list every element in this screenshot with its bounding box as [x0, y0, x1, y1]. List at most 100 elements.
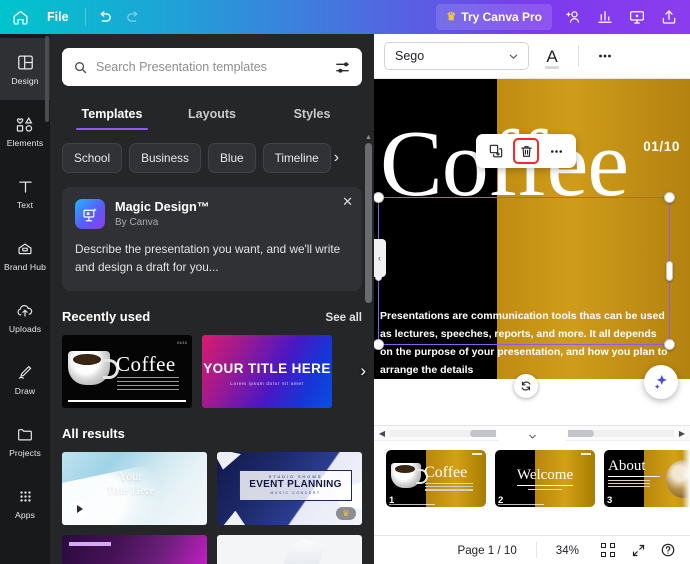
toolbar-divider	[578, 45, 579, 67]
panel-scrollbar[interactable]: ▲	[365, 134, 372, 556]
chip-timeline[interactable]: Timeline	[262, 143, 331, 173]
see-all-link[interactable]: See all	[326, 312, 362, 324]
canvas-stage[interactable]: Coffee Presentations are communication t…	[374, 79, 690, 425]
chip-business[interactable]: Business	[129, 143, 201, 173]
analytics-icon	[598, 11, 612, 23]
slide-thumbnail-1[interactable]: Coffee 1	[384, 448, 488, 507]
analytics-button[interactable]	[590, 4, 620, 30]
search-bar[interactable]	[62, 48, 362, 86]
magic-design-header: Magic Design™ By Canva	[75, 199, 349, 229]
add-collaborator-button[interactable]	[558, 4, 588, 30]
play-icon[interactable]	[70, 500, 87, 518]
sidebar-label: Apps	[15, 509, 35, 520]
sidebar-item-apps[interactable]: Apps	[0, 472, 50, 534]
page-indicator-label[interactable]: Page 1 / 10	[444, 544, 529, 557]
present-button[interactable]	[622, 4, 652, 30]
apps-icon	[19, 490, 31, 502]
sidebar-item-elements[interactable]: Elements	[0, 100, 50, 162]
slide-number: 1	[389, 495, 395, 506]
feather-art	[276, 534, 325, 564]
slide-body-text[interactable]: Presentations are communication tools th…	[380, 307, 668, 379]
slide-thumbnail-3[interactable]: About 3	[604, 450, 690, 507]
slide-number: 3	[607, 495, 613, 506]
magic-design-icon	[75, 199, 105, 229]
home-button[interactable]	[6, 4, 35, 30]
shard-art	[217, 451, 241, 470]
close-icon[interactable]: ✕	[342, 195, 353, 208]
panel-scrollbar-thumb[interactable]	[365, 143, 372, 303]
sidebar-item-projects[interactable]: Projects	[0, 410, 50, 472]
sidebar-item-uploads[interactable]: Uploads	[0, 286, 50, 348]
slide-thumb-underline	[608, 476, 660, 478]
element-more-button[interactable]	[543, 138, 569, 164]
template-card-coffee[interactable]: Coffee 01/10	[62, 334, 192, 408]
top-toolbar: File ♛ Try Canva Pro	[0, 0, 690, 34]
text-color-button[interactable]: A	[537, 41, 567, 71]
trash-icon	[520, 145, 532, 157]
sidebar-item-design[interactable]: Design	[0, 38, 50, 100]
caret-right-icon[interactable]: ▶	[674, 429, 690, 438]
fullscreen-button[interactable]	[624, 538, 652, 562]
zoom-level-label[interactable]: 34%	[543, 544, 592, 557]
slide-thumb-bottom-bar	[498, 503, 544, 505]
slide-thumbnail-2[interactable]: Welcome 2	[495, 450, 595, 507]
font-family-select[interactable]: Sego	[384, 42, 529, 70]
duplicate-button[interactable]	[483, 138, 509, 164]
slide-thumb-underline-2	[528, 489, 562, 490]
magic-design-card[interactable]: ✕ Magic Design™ By Canva Describe the pr…	[62, 187, 362, 291]
caret-up-icon[interactable]: ▲	[365, 134, 372, 141]
uploads-icon	[17, 304, 33, 317]
coffee-cup-art	[391, 463, 428, 488]
file-menu-button[interactable]: File	[35, 4, 81, 30]
slide-canvas[interactable]: Coffee Presentations are communication t…	[374, 79, 690, 379]
help-button[interactable]	[654, 538, 682, 562]
rotate-handle[interactable]	[514, 374, 538, 398]
status-divider	[535, 542, 537, 558]
chevron-down-icon	[509, 54, 518, 59]
tab-layouts[interactable]: Layouts	[162, 100, 262, 130]
filter-sliders-icon[interactable]	[334, 59, 351, 76]
chevron-right-icon[interactable]: ›	[334, 149, 339, 167]
templates-panel: Templates Layouts Styles School Business…	[50, 34, 374, 564]
slide-page-indicator: 01/10	[643, 139, 680, 154]
sidebar-item-draw[interactable]: Draw	[0, 348, 50, 410]
recently-used-title: Recently used	[62, 308, 151, 324]
panel-collapse-toggle[interactable]: ‹	[374, 239, 386, 277]
all-results-header: All results	[62, 426, 362, 441]
template-card-white-feather[interactable]: ✦	[217, 534, 362, 564]
panel-scrollbar-track[interactable]	[365, 143, 372, 556]
crown-icon: ♛	[336, 506, 356, 520]
chip-school[interactable]: School	[62, 143, 123, 173]
redo-button[interactable]	[119, 4, 148, 30]
caret-left-icon[interactable]: ◀	[374, 429, 390, 438]
template-card-purple[interactable]	[62, 534, 207, 564]
undo-button[interactable]	[90, 4, 119, 30]
rail-scrollbar[interactable]	[45, 36, 49, 122]
slide-thumb-lines	[608, 480, 650, 489]
slide-tray: ◀ ▶ Coffee 1 Welcome 2 About 3	[374, 425, 690, 535]
try-canva-pro-button[interactable]: ♛ Try Canva Pro	[436, 4, 552, 30]
template-card-gradient[interactable]: YOUR TITLE HERE Lorem ipsum dolor sit am…	[202, 334, 332, 408]
sidebar-label: Uploads	[8, 323, 42, 334]
template-card-event-planning[interactable]: STUDIO SHOWS EVENT PLANNING MUSIC CONCER…	[217, 451, 362, 525]
delete-button[interactable]	[513, 138, 539, 164]
template-caption: Coffee	[116, 351, 176, 376]
grid-view-button[interactable]	[594, 538, 622, 562]
chip-blue[interactable]: Blue	[207, 143, 256, 173]
sidebar-item-brand-hub[interactable]: Brand Hub	[0, 224, 50, 286]
tab-styles[interactable]: Styles	[262, 100, 362, 130]
sidebar-item-text[interactable]: Text	[0, 162, 50, 224]
recently-used-list: Coffee 01/10 YOUR TITLE HERE Lorem ipsum…	[62, 334, 366, 408]
strip-fade	[682, 441, 690, 535]
tray-collapse-handle[interactable]	[496, 426, 568, 443]
tab-templates[interactable]: Templates	[62, 100, 162, 130]
editor-body: Design Elements Text Brand Hub Uploads D…	[0, 34, 690, 564]
template-card-your-title[interactable]: Your Title Here	[62, 451, 207, 525]
more-horizontal-icon	[550, 149, 562, 153]
share-button[interactable]	[654, 4, 684, 30]
sidebar-label: Elements	[6, 137, 44, 148]
ai-assistant-button[interactable]	[644, 365, 678, 399]
more-options-button[interactable]	[590, 41, 620, 71]
template-caption: Your Title Here	[62, 469, 199, 498]
search-input[interactable]	[96, 60, 326, 74]
